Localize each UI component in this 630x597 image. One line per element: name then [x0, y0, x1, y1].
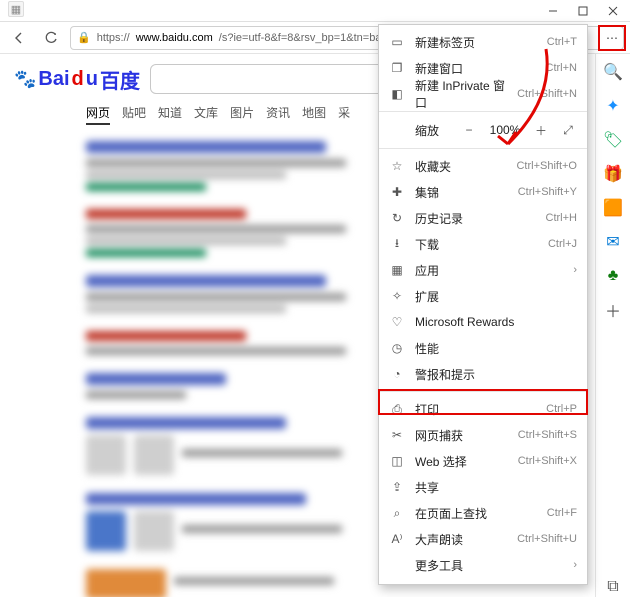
fullscreen-button[interactable]: ⤢	[559, 123, 577, 138]
tab-more[interactable]: 采	[338, 104, 350, 125]
menu-read-aloud[interactable]: A⁾ 大声朗读 Ctrl+Shift+U	[379, 526, 587, 552]
download-icon: ⭳	[389, 234, 405, 255]
menu-favorites[interactable]: ☆ 收藏夹 Ctrl+Shift+O	[379, 153, 587, 179]
collections-icon: ✚	[389, 185, 405, 199]
menu-new-inprivate[interactable]: ◧ 新建 InPrivate 窗口 Ctrl+Shift+N	[379, 81, 587, 107]
lock-icon: 🔒	[77, 31, 91, 44]
sidebar-tools-icon[interactable]: 🎁	[603, 164, 623, 184]
browser-menu: ▭ 新建标签页 Ctrl+T ❐ 新建窗口 Ctrl+N ◧ 新建 InPriv…	[378, 24, 588, 585]
paw-icon: 🐾	[14, 69, 36, 90]
menu-zoom: 缩放 − 100% ＋ ⤢	[379, 116, 587, 144]
sidebar-office-icon[interactable]: 🟧	[603, 198, 623, 218]
baidu-logo-cn: 百度	[100, 65, 140, 94]
menu-collections[interactable]: ✚ 集锦 Ctrl+Shift+Y	[379, 179, 587, 205]
edge-sidebar: 🔍 ✦ 🏷 🎁 🟧 ✉ ♣ ＋ ⧉	[595, 54, 630, 597]
select-icon: ◫	[389, 454, 405, 468]
url-host: www.baidu.com	[136, 32, 213, 44]
menu-downloads[interactable]: ⭳ 下载 Ctrl+J	[379, 231, 587, 257]
zoom-in-button[interactable]: ＋	[531, 122, 551, 139]
sidebar-shopping-icon[interactable]: 🏷	[603, 130, 623, 150]
menu-rewards[interactable]: ♡ Microsoft Rewards	[379, 309, 587, 335]
menu-performance[interactable]: ◷ 性能	[379, 335, 587, 361]
star-icon: ☆	[389, 159, 405, 173]
tab-zhidao[interactable]: 知道	[158, 104, 182, 125]
sidebar-search-icon[interactable]: 🔍	[603, 62, 623, 82]
history-icon: ↻	[389, 211, 405, 225]
sidebar-games-icon[interactable]: ♣	[603, 266, 623, 286]
window-close-button[interactable]	[598, 1, 628, 21]
print-icon: ⎙	[389, 402, 405, 417]
refresh-button[interactable]	[38, 25, 64, 51]
apps-icon: ▦	[389, 263, 405, 277]
window-minimize-button[interactable]	[538, 1, 568, 21]
menu-find[interactable]: ⌕ 在页面上查找 Ctrl+F	[379, 500, 587, 526]
url-prefix: https://	[97, 32, 130, 44]
menu-apps[interactable]: ▦ 应用 ›	[379, 257, 587, 283]
tab-icon: ▭	[389, 35, 405, 49]
find-icon: ⌕	[389, 506, 405, 521]
inprivate-icon: ◧	[389, 87, 405, 101]
performance-icon: ◷	[389, 341, 405, 355]
menu-extensions[interactable]: ✧ 扩展	[379, 283, 587, 309]
menu-more-tools[interactable]: 更多工具 ›	[379, 552, 587, 578]
tab-image[interactable]: 图片	[230, 104, 254, 125]
tab-tieba[interactable]: 贴吧	[122, 104, 146, 125]
sidebar-add-icon[interactable]: ＋	[603, 300, 623, 320]
tab-web[interactable]: 网页	[86, 104, 110, 125]
rewards-icon: ♡	[389, 315, 405, 329]
tab-map[interactable]: 地图	[302, 104, 326, 125]
chevron-right-icon: ›	[573, 264, 577, 276]
read-aloud-icon: A⁾	[389, 532, 405, 546]
zoom-value: 100%	[487, 123, 523, 137]
window-titlebar	[0, 0, 630, 22]
menu-web-select[interactable]: ◫ Web 选择 Ctrl+Shift+X	[379, 448, 587, 474]
chevron-right-icon: ›	[573, 559, 577, 571]
menu-alerts[interactable]: ◔ 警报和提示	[379, 361, 587, 387]
settings-menu-button[interactable]: ⋯	[600, 26, 624, 50]
baidu-logo[interactable]: 🐾 Baidu 百度	[14, 65, 140, 94]
tab-news[interactable]: 资讯	[266, 104, 290, 125]
menu-history[interactable]: ↻ 历史记录 Ctrl+H	[379, 205, 587, 231]
menu-share[interactable]: ⇪ 共享	[379, 474, 587, 500]
share-icon: ⇪	[389, 480, 405, 494]
capture-icon: ✂	[389, 428, 405, 442]
bell-icon: ◔	[389, 367, 405, 381]
menu-print[interactable]: ⎙ 打印 Ctrl+P	[379, 396, 587, 422]
tab-icon[interactable]: ▦	[8, 1, 24, 17]
window-maximize-button[interactable]	[568, 1, 598, 21]
zoom-out-button[interactable]: −	[459, 123, 479, 137]
sidebar-outlook-icon[interactable]: ✉	[603, 232, 623, 252]
window-icon: ❐	[389, 61, 405, 75]
tab-wenku[interactable]: 文库	[194, 104, 218, 125]
menu-web-capture[interactable]: ✂ 网页捕获 Ctrl+Shift+S	[379, 422, 587, 448]
extensions-icon: ✧	[389, 289, 405, 303]
sidebar-discover-icon[interactable]: ✦	[603, 96, 623, 116]
back-button[interactable]	[6, 25, 32, 51]
menu-new-tab[interactable]: ▭ 新建标签页 Ctrl+T	[379, 29, 587, 55]
sidebar-settings-icon[interactable]: ⧉	[603, 577, 623, 597]
